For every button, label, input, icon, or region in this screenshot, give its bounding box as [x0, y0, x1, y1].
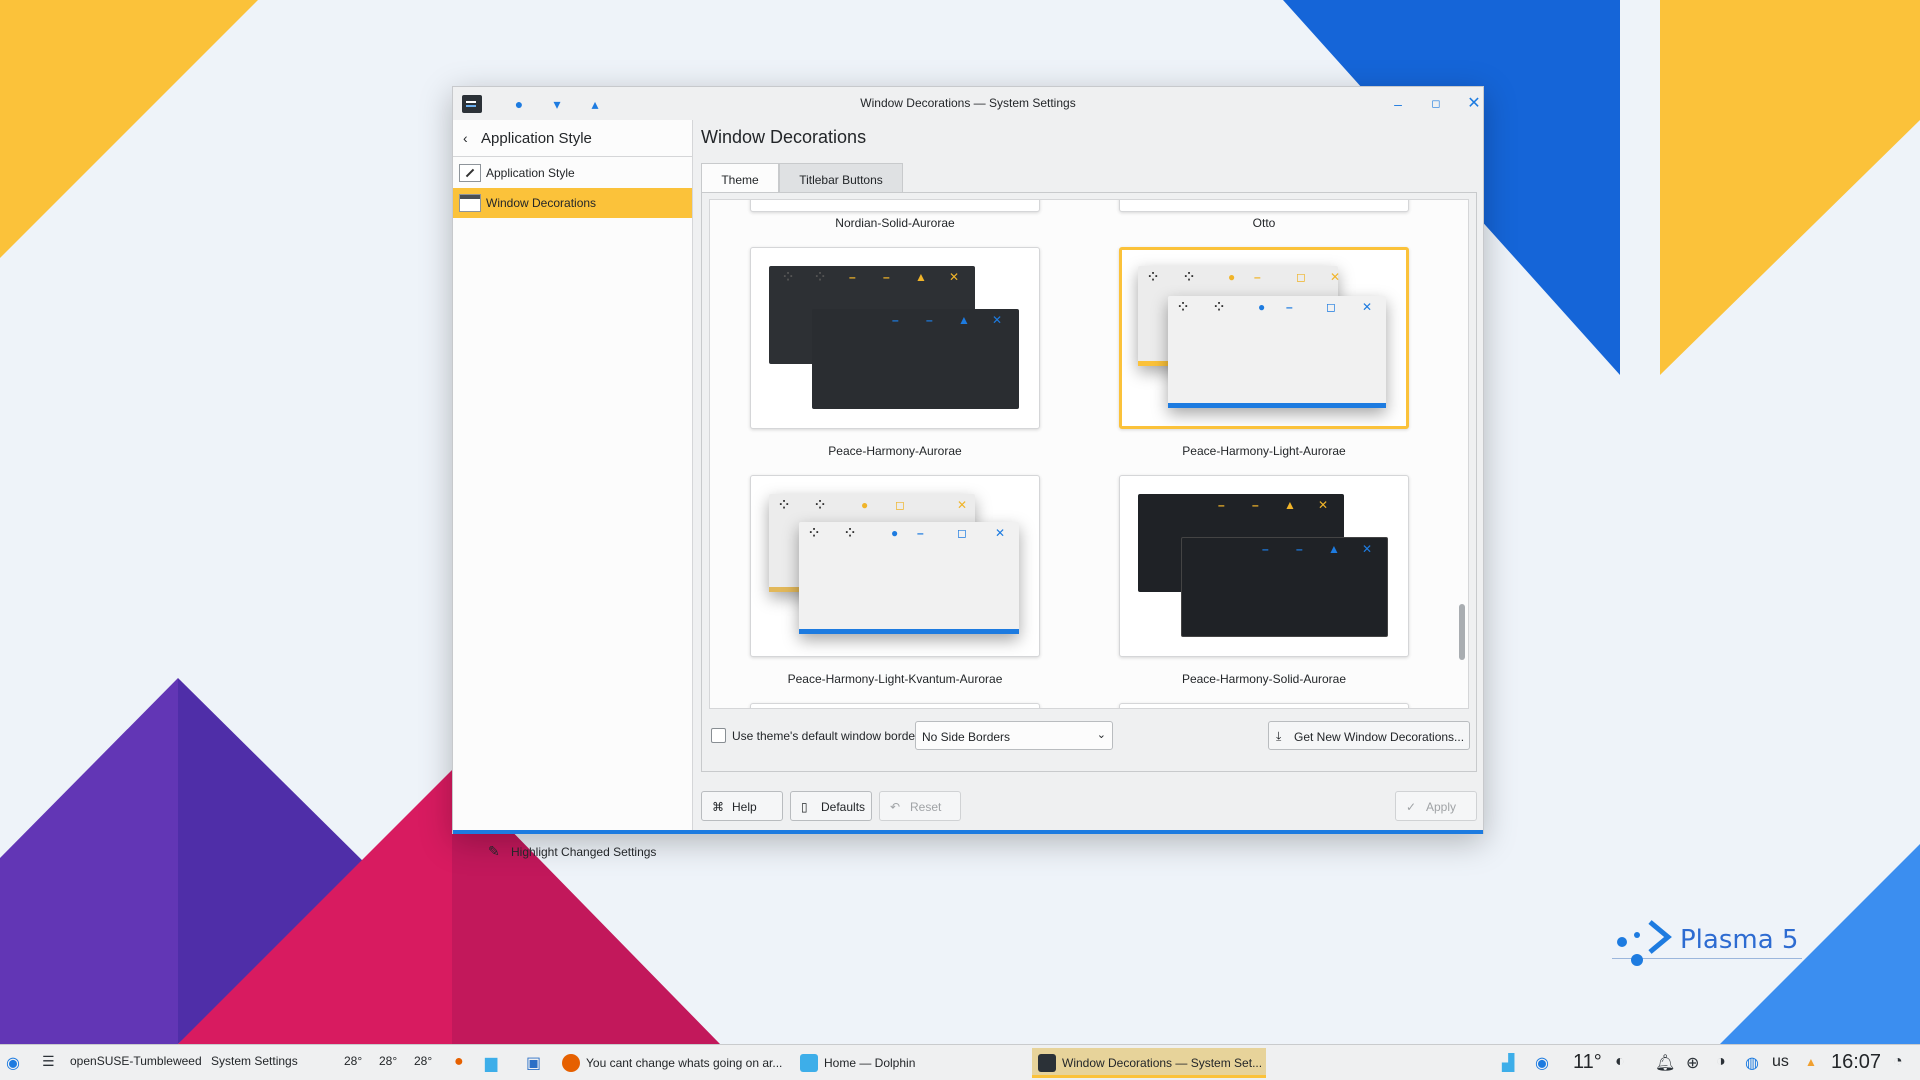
help-button[interactable]: ⌘ Help — [701, 791, 783, 821]
tab-label: Titlebar Buttons — [799, 173, 883, 187]
minimize-button[interactable]: – — [1389, 95, 1407, 113]
document-icon: ▯ — [801, 800, 808, 814]
download-icon: ⤓ — [1276, 729, 1282, 743]
clock[interactable]: 16:07 — [1831, 1051, 1881, 1074]
defaults-label: Defaults — [821, 800, 866, 814]
taskbar: ◉ ☰ openSUSE-Tumbleweed System Settings … — [0, 1044, 1920, 1080]
theme-panel: Nordian-Solid-Aurorae Otto ⁘ ⁘ – – ▲ ✕ –… — [701, 192, 1477, 772]
chevron-left-icon: ‹ — [463, 130, 468, 146]
undo-icon: ↶ — [890, 800, 901, 814]
theme-name: Otto — [1252, 216, 1276, 230]
theme-thumbnail[interactable] — [750, 200, 1040, 212]
theme-name: Peace-Harmony-Light-Aurorae — [1182, 444, 1346, 458]
task-label: Window Decorations — System Set... — [1062, 1056, 1263, 1070]
activity-switcher-icon[interactable]: ☰ — [42, 1053, 55, 1070]
theme-thumbnail[interactable] — [1119, 703, 1409, 708]
tab-theme[interactable]: Theme — [701, 163, 779, 193]
sidebar-item-label: Application Style — [486, 166, 575, 180]
default-border-size-checkbox[interactable] — [711, 728, 726, 743]
folder-icon[interactable]: ▆ — [485, 1053, 497, 1073]
pen-icon: ✎ — [488, 843, 500, 859]
theme-thumbnail[interactable]: ⁘ ⁘ – – ▲ ✕ – – ▲ ✕ — [750, 247, 1040, 429]
theme-thumbnail[interactable] — [1119, 200, 1409, 212]
tab-label: Theme — [721, 173, 759, 187]
system-settings-window: ● ▾ ▴ Window Decorations — System Settin… — [452, 86, 1484, 859]
opensuse-icon[interactable]: ◉ — [1535, 1053, 1549, 1073]
apply-label: Apply — [1426, 800, 1457, 814]
window-decorations-icon — [459, 194, 481, 212]
temperature-2: 28° — [379, 1054, 398, 1068]
sidebar-item-window-decorations[interactable]: Window Decorations — [453, 188, 692, 218]
chevron-down-icon: ⌄ — [1096, 729, 1106, 741]
volume-icon[interactable]: ◑ — [1716, 1053, 1726, 1071]
task-firefox[interactable]: You cant change whats going on ar... — [556, 1048, 786, 1078]
task-label: Home — Dolphin — [824, 1056, 916, 1070]
clipboard-icon[interactable]: ◍ — [1745, 1053, 1759, 1073]
power-icon[interactable]: ◔ — [1893, 1053, 1903, 1071]
border-options-row: Use theme's default window border size N… — [709, 720, 1470, 752]
activity-name[interactable]: openSUSE-Tumbleweed — [70, 1054, 202, 1068]
get-new-label: Get New Window Decorations... — [1294, 730, 1465, 744]
theme-thumbnail-selected[interactable]: ⁘ ⁘ ● – ◻ ✕ ⁘ ⁘ ● – ◻ ✕ — [1119, 247, 1409, 429]
defaults-button[interactable]: ▯ Defaults — [790, 791, 872, 821]
folder-icon — [800, 1054, 818, 1072]
theme-name: Peace-Harmony-Aurorae — [828, 444, 962, 458]
temperature-1: 28° — [344, 1054, 363, 1068]
application-launcher-icon[interactable]: ◉ — [6, 1053, 20, 1073]
window-title: Window Decorations — System Settings — [860, 96, 1076, 110]
highlight-label: Highlight Changed Settings — [511, 845, 657, 859]
theme-name: Nordian-Solid-Aurorae — [835, 216, 955, 230]
get-new-decorations-button[interactable]: ⤓ Get New Window Decorations... — [1268, 721, 1470, 750]
task-system-settings[interactable]: Window Decorations — System Set... — [1032, 1048, 1266, 1078]
sidebar-item-label: Window Decorations — [486, 196, 597, 210]
network-icon[interactable]: ▟ — [1502, 1053, 1514, 1073]
task-label: You cant change whats going on ar... — [586, 1056, 783, 1070]
tray-expand-icon[interactable]: ▲ — [1805, 1055, 1817, 1069]
sidebar: ‹ Application Style Application Style Wi… — [453, 120, 693, 859]
weather-temperature[interactable]: 11° — [1573, 1051, 1602, 1074]
tab-titlebar-buttons[interactable]: Titlebar Buttons — [779, 163, 903, 193]
global-menu-app-label[interactable]: System Settings — [211, 1054, 298, 1068]
border-size-value: No Side Borders — [922, 730, 1011, 744]
theme-thumbnail[interactable] — [750, 703, 1040, 708]
maximize-button[interactable]: ◻ — [1427, 95, 1445, 113]
theme-grid[interactable]: Nordian-Solid-Aurorae Otto ⁘ ⁘ – – ▲ ✕ –… — [709, 199, 1469, 709]
back-button[interactable]: ‹ Application Style — [453, 120, 692, 157]
theme-thumbnail[interactable]: – – ▲ ✕ – – ▲ ✕ — [1119, 475, 1409, 657]
help-icon: ⌘ — [712, 800, 724, 814]
apply-button[interactable]: ✓ Apply — [1395, 791, 1477, 821]
highlight-changed-settings-button[interactable]: ✎ Highlight Changed Settings — [453, 832, 692, 868]
task-dolphin[interactable]: Home — Dolphin — [794, 1048, 1024, 1078]
night-color-icon[interactable]: ◐ — [1615, 1053, 1625, 1071]
checkmark-icon: ✓ — [1406, 800, 1417, 814]
back-label: Application Style — [481, 130, 592, 147]
border-size-dropdown[interactable]: No Side Borders ⌄ — [915, 721, 1113, 750]
page-title: Window Decorations — [701, 127, 867, 147]
keyboard-layout[interactable]: us — [1772, 1053, 1789, 1071]
theme-name: Peace-Harmony-Light-Kvantum-Aurorae — [787, 672, 1003, 686]
updates-icon[interactable]: ⊕ — [1686, 1053, 1699, 1073]
temperature-3: 28° — [414, 1054, 433, 1068]
plasma-logo-text: Plasma 5 — [1680, 925, 1799, 955]
system-settings-app-icon — [1038, 1054, 1056, 1072]
notifications-icon[interactable]: 🔔︎ — [1655, 1053, 1675, 1073]
scrollbar-handle[interactable] — [1459, 604, 1465, 660]
close-button[interactable]: ✕ — [1465, 95, 1483, 113]
theme-thumbnail[interactable]: ⁘ ⁘ ● ◻ ✕ ⁘ ⁘ ● – ◻ ✕ — [750, 475, 1040, 657]
default-border-size-label: Use theme's default window border size — [732, 729, 944, 743]
reset-label: Reset — [910, 800, 942, 814]
firefox-icon[interactable]: ● — [454, 1053, 464, 1071]
sidebar-item-application-style[interactable]: Application Style — [453, 158, 692, 188]
reset-button[interactable]: ↶ Reset — [879, 791, 961, 821]
help-label: Help — [732, 800, 757, 814]
theme-name: Peace-Harmony-Solid-Aurorae — [1181, 672, 1347, 686]
titlebar[interactable]: ● ▾ ▴ Window Decorations — System Settin… — [453, 87, 1483, 120]
application-style-icon — [459, 164, 481, 182]
window-accent-strip — [453, 830, 1483, 834]
pager-icon[interactable]: ▣ — [526, 1053, 541, 1073]
firefox-icon — [562, 1054, 580, 1072]
